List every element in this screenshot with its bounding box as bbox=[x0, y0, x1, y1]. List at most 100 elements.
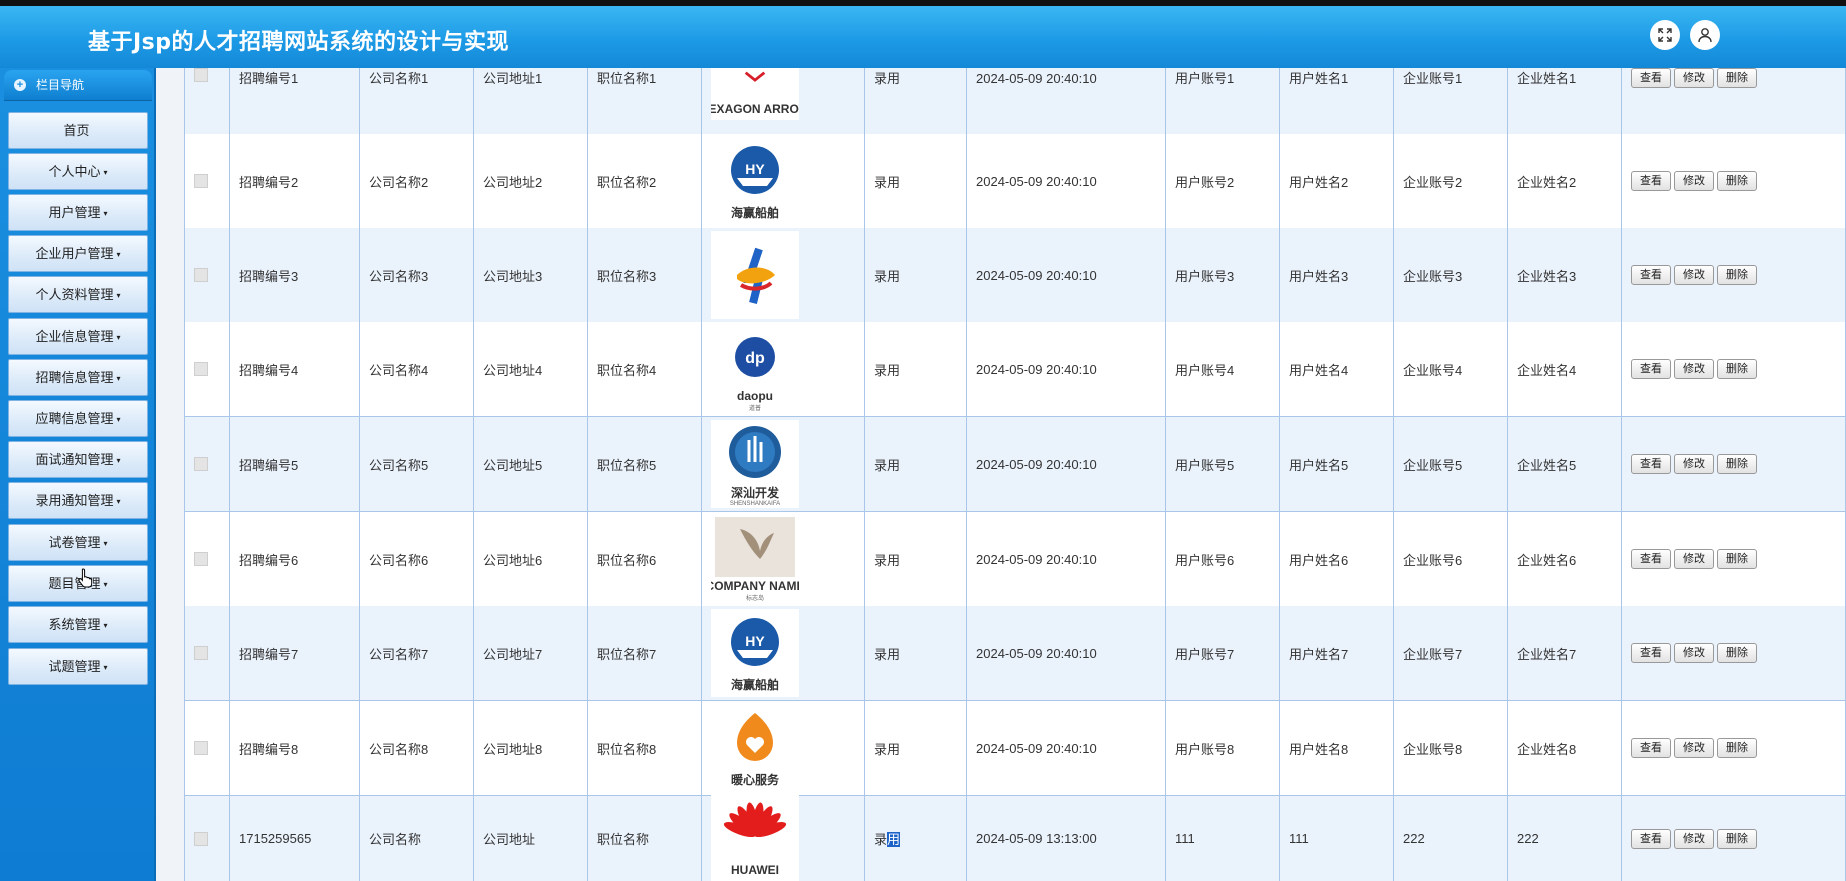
table-row: 招聘编号6 公司名称6 公司地址6 职位名称6 COMPANY NAME 标志岛 录用 202… bbox=[184, 512, 1846, 607]
view-button[interactable]: 查看 bbox=[1631, 171, 1671, 191]
delete-button[interactable]: 删除 bbox=[1717, 68, 1757, 88]
status-cell: 录用 bbox=[865, 606, 967, 700]
delete-button[interactable]: 删除 bbox=[1717, 828, 1757, 849]
row-checkbox[interactable] bbox=[194, 457, 208, 471]
sidebar-item-12[interactable]: 系统管理 ▾ bbox=[8, 606, 148, 643]
row-checkbox[interactable] bbox=[194, 831, 208, 846]
row-checkbox[interactable] bbox=[194, 174, 208, 188]
actions-cell: 查看 修改 删除 bbox=[1622, 512, 1846, 606]
user-acct-text: 用户账号5 bbox=[1175, 457, 1235, 473]
caret-down-icon: ▾ bbox=[103, 539, 108, 549]
position-cell: 职位名称2 bbox=[588, 134, 702, 228]
edit-button[interactable]: 修改 bbox=[1674, 828, 1714, 849]
user-acct-text: 用户账号6 bbox=[1175, 552, 1235, 568]
corp-acct-cell: 企业账号3 bbox=[1394, 228, 1508, 322]
no-cell: 招聘编号3 bbox=[230, 228, 360, 322]
caret-down-icon: ▾ bbox=[103, 580, 108, 590]
user-name-cell: 111 bbox=[1280, 796, 1394, 881]
logo-cell: 深汕开发 SHENSHANKAIFA bbox=[702, 417, 865, 511]
sidebar-item-2[interactable]: 用户管理 ▾ bbox=[8, 194, 148, 231]
view-button[interactable]: 查看 bbox=[1631, 359, 1671, 379]
view-button[interactable]: 查看 bbox=[1631, 738, 1671, 758]
view-button[interactable]: 查看 bbox=[1631, 265, 1671, 285]
company-cell: 公司名称8 bbox=[360, 701, 474, 795]
edit-button[interactable]: 修改 bbox=[1674, 265, 1714, 285]
company-text: 公司名称3 bbox=[369, 268, 429, 284]
select-cell bbox=[184, 228, 230, 322]
corp-acct-cell: 企业账号6 bbox=[1394, 512, 1508, 606]
row-checkbox[interactable] bbox=[194, 268, 208, 282]
status-text: 录用 bbox=[874, 268, 901, 284]
status-cell: 录用 bbox=[865, 134, 967, 228]
sidebar-item-10[interactable]: 试卷管理 ▾ bbox=[8, 524, 148, 561]
sidebar-item-8[interactable]: 面试通知管理 ▾ bbox=[8, 441, 148, 478]
time-text: 2024-05-09 20:40:10 bbox=[976, 71, 1097, 86]
user-name-cell: 用户姓名2 bbox=[1280, 134, 1394, 228]
user-icon bbox=[1698, 28, 1712, 43]
position-cell: 职位名称8 bbox=[588, 701, 702, 795]
delete-button[interactable]: 删除 bbox=[1717, 171, 1757, 191]
edit-button[interactable]: 修改 bbox=[1674, 171, 1714, 191]
view-button[interactable]: 查看 bbox=[1631, 828, 1671, 849]
edit-button[interactable]: 修改 bbox=[1674, 549, 1714, 569]
position-cell: 职位名称4 bbox=[588, 322, 702, 416]
row-checkbox[interactable] bbox=[194, 68, 208, 82]
view-button[interactable]: 查看 bbox=[1631, 454, 1671, 474]
mouse-pointer-icon bbox=[78, 568, 92, 588]
sidebar-item-7[interactable]: 应聘信息管理 ▾ bbox=[8, 400, 148, 437]
sidebar-item-label: 企业用户管理 bbox=[35, 246, 114, 261]
edit-button[interactable]: 修改 bbox=[1674, 738, 1714, 758]
sidebar-item-4[interactable]: 个人资料管理 ▾ bbox=[8, 276, 148, 313]
row-checkbox[interactable] bbox=[194, 741, 208, 755]
sidebar-item-3[interactable]: 企业用户管理 ▾ bbox=[8, 235, 148, 272]
user-acct-text: 用户账号7 bbox=[1175, 646, 1235, 662]
sidebar-item-0[interactable]: 首页 bbox=[8, 112, 148, 149]
company-cell: 公司名称6 bbox=[360, 512, 474, 606]
user-acct-cell: 用户账号4 bbox=[1166, 322, 1280, 416]
caret-down-icon: ▾ bbox=[116, 456, 121, 466]
edit-button[interactable]: 修改 bbox=[1674, 643, 1714, 663]
sidebar-item-13[interactable]: 试题管理 ▾ bbox=[8, 648, 148, 685]
user-acct-cell: 用户账号7 bbox=[1166, 606, 1280, 700]
sidebar-item-label: 录用通知管理 bbox=[35, 493, 114, 508]
delete-button[interactable]: 删除 bbox=[1717, 738, 1757, 758]
company-logo-graphic bbox=[744, 71, 766, 82]
corp-name-text: 企业姓名4 bbox=[1517, 362, 1577, 378]
view-button[interactable]: 查看 bbox=[1631, 549, 1671, 569]
status-cell: 录用 bbox=[865, 701, 967, 795]
sidebar-item-6[interactable]: 招聘信息管理 ▾ bbox=[8, 359, 148, 396]
view-button[interactable]: 查看 bbox=[1631, 68, 1671, 88]
company-text: 公司名称 bbox=[369, 832, 422, 847]
sidebar-item-9[interactable]: 录用通知管理 ▾ bbox=[8, 482, 148, 519]
sidebar-item-5[interactable]: 企业信息管理 ▾ bbox=[8, 318, 148, 355]
delete-button[interactable]: 删除 bbox=[1717, 643, 1757, 663]
app-header: 基于Jsp的人才招聘网站系统的设计与实现 bbox=[0, 6, 1846, 68]
delete-button[interactable]: 删除 bbox=[1717, 359, 1757, 379]
time-text: 2024-05-09 20:40:10 bbox=[976, 173, 1097, 189]
delete-button[interactable]: 删除 bbox=[1717, 549, 1757, 569]
company-logo: dp daopu 道普 bbox=[711, 325, 799, 413]
no-text: 招聘编号7 bbox=[239, 646, 299, 662]
delete-button[interactable]: 删除 bbox=[1717, 454, 1757, 474]
user-name-text: 用户姓名7 bbox=[1289, 646, 1349, 662]
row-checkbox[interactable] bbox=[194, 646, 208, 660]
status-cell: 录用 bbox=[865, 796, 967, 881]
time-text: 2024-05-09 13:13:00 bbox=[976, 831, 1097, 846]
company-logo-graphic bbox=[737, 712, 773, 761]
user-menu-button[interactable] bbox=[1690, 20, 1720, 50]
status-cell: 录用 bbox=[865, 322, 967, 416]
row-checkbox[interactable] bbox=[194, 552, 208, 566]
edit-button[interactable]: 修改 bbox=[1674, 454, 1714, 474]
logo-cell: HEXAGON ARROW bbox=[702, 68, 865, 134]
no-cell: 招聘编号6 bbox=[230, 512, 360, 606]
edit-button[interactable]: 修改 bbox=[1674, 359, 1714, 379]
fullscreen-button[interactable] bbox=[1650, 20, 1680, 50]
sidebar-item-1[interactable]: 个人中心 ▾ bbox=[8, 153, 148, 190]
caret-down-icon: ▾ bbox=[116, 250, 121, 260]
delete-button[interactable]: 删除 bbox=[1717, 265, 1757, 285]
edit-button[interactable]: 修改 bbox=[1674, 68, 1714, 88]
view-button[interactable]: 查看 bbox=[1631, 643, 1671, 663]
row-checkbox[interactable] bbox=[194, 362, 208, 376]
company-logo-graphic: dp bbox=[735, 336, 775, 377]
address-cell: 公司地址2 bbox=[474, 134, 588, 228]
